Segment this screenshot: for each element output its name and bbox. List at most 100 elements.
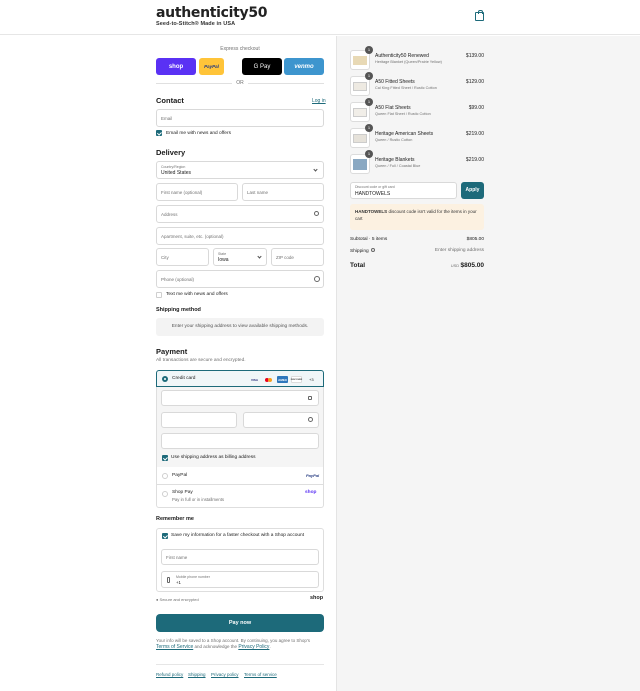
apartment-placeholder: Apartment, suite, etc. (optional) — [161, 234, 224, 239]
shipping-label: Shipping — [350, 249, 369, 254]
card-number-field[interactable] — [161, 390, 319, 406]
credit-card-form: Use shipping address as billing address — [156, 387, 324, 467]
item-price: $99.00 — [468, 105, 484, 111]
cart-item: 1 A50 Fitted Sheets Cal King Fitted Shee… — [350, 72, 484, 98]
item-name: Heritage Blankets — [375, 157, 415, 163]
visa-icon: VISA — [250, 377, 258, 382]
city-placeholder: City — [161, 255, 169, 260]
amex-icon: AMEX — [277, 376, 288, 383]
secure-encrypted-text: ● Secure and encrypted — [156, 597, 199, 602]
help-icon[interactable] — [314, 276, 320, 282]
discount-code-field[interactable]: Discount code or gift card HANDTOWELS — [350, 182, 457, 199]
item-name: Heritage American Sheets — [375, 131, 434, 137]
remember-first-name-placeholder: First name — [166, 555, 188, 560]
shipping-row: Shipping Enter shipping address — [350, 248, 484, 254]
quantity-badge: 1 — [365, 150, 373, 158]
paypal-option[interactable]: PayPal PayPal — [156, 467, 324, 485]
item-variant: Cal King Fitted Sheet / Rustic Cotton — [375, 86, 437, 90]
expiration-date-field[interactable] — [161, 412, 237, 428]
item-variant: Queen Flat Sheet / Rustic Cotton — [375, 112, 431, 116]
paypal-radio[interactable] — [162, 473, 168, 479]
billing-same-checkbox[interactable] — [162, 455, 168, 461]
cart-item: 1 Authenticity50 Renewed Heritage Blanke… — [350, 46, 484, 72]
cart-item: 1 Heritage Blankets Queen / Full / Coast… — [350, 150, 484, 176]
mobile-phone-field[interactable]: Mobile phone number +1 — [161, 571, 319, 588]
legal-text: Your info will be saved to a Shop accoun… — [156, 638, 324, 650]
delivery-heading: Delivery — [156, 148, 186, 157]
cart-bag-icon[interactable] — [475, 9, 484, 21]
city-field[interactable]: City — [156, 248, 209, 266]
state-select[interactable]: State Iowa — [213, 248, 267, 266]
email-news-label: Email me with news and offers — [166, 131, 231, 136]
discount-code-label: Discount code or gift card — [355, 185, 395, 189]
country-value: United States — [161, 170, 192, 176]
country-select[interactable]: Country/Region United States — [156, 161, 324, 179]
shop-pay-label: Shop Pay — [172, 490, 193, 495]
credit-card-radio[interactable] — [162, 376, 168, 382]
credit-card-label: Credit card — [172, 376, 196, 381]
footer-terms-link[interactable]: Terms of service — [244, 672, 277, 677]
mobile-value: +1 — [176, 580, 181, 585]
total-amount: USD $805.00 — [451, 262, 484, 269]
google-pay-button[interactable]: G Pay — [242, 58, 282, 75]
shop-pay-button[interactable]: shop — [156, 58, 196, 75]
item-price: $219.00 — [465, 131, 484, 137]
text-news-label: Text me with news and offers — [166, 292, 228, 297]
first-name-field[interactable]: First name (optional) — [156, 183, 238, 201]
shop-pay-radio[interactable] — [162, 491, 168, 497]
footer-divider — [156, 664, 324, 665]
address-field[interactable]: Address — [156, 205, 324, 223]
paypal-button[interactable]: PayPal — [199, 58, 224, 75]
country-label: Country/Region — [161, 164, 186, 169]
footer-refund-policy-link[interactable]: Refund policy — [156, 672, 183, 677]
last-name-placeholder: Last name — [247, 190, 269, 195]
text-news-checkbox[interactable] — [156, 292, 162, 298]
or-divider: OR — [156, 80, 324, 86]
name-on-card-field[interactable] — [161, 433, 319, 449]
last-name-field[interactable]: Last name — [242, 183, 324, 201]
help-icon[interactable] — [371, 248, 376, 252]
footer-shipping-link[interactable]: Shipping — [188, 672, 206, 677]
zip-field[interactable]: ZIP code — [271, 248, 324, 266]
phone-placeholder: Phone (optional) — [161, 277, 195, 282]
currency-code: USD — [450, 263, 460, 268]
item-variant: Queen / Rustic Cotton — [375, 138, 413, 142]
security-code-field[interactable] — [243, 412, 319, 428]
payment-heading: Payment — [156, 347, 188, 356]
total-row: Total USD $805.00 — [350, 262, 484, 269]
terms-of-service-link[interactable]: Terms of Service — [156, 644, 193, 650]
cart-item: 1 A50 Flat Sheets Queen Flat Sheet / Rus… — [350, 98, 484, 124]
payment-subtitle: All transactions are secure and encrypte… — [156, 358, 246, 363]
subtotal-row: Subtotal · 5 items $805.00 — [350, 237, 484, 242]
login-link[interactable]: Log in — [312, 98, 326, 104]
help-icon[interactable] — [308, 417, 313, 422]
footer-privacy-policy-link[interactable]: Privacy policy — [211, 672, 239, 677]
credit-card-option[interactable]: Credit card VISA AMEX DISCOVER +3 — [156, 370, 324, 387]
brand-name: authenticity50 — [156, 5, 268, 21]
save-info-checkbox[interactable] — [162, 533, 168, 539]
pay-now-button[interactable]: Pay now — [156, 614, 324, 632]
phone-field[interactable]: Phone (optional) — [156, 270, 324, 288]
email-news-checkbox[interactable] — [156, 130, 162, 136]
apply-discount-button[interactable]: Apply — [461, 182, 484, 199]
privacy-policy-link[interactable]: Privacy Policy — [238, 644, 269, 650]
address-placeholder: Address — [161, 212, 178, 217]
mobile-icon — [167, 577, 170, 583]
billing-same-label: Use shipping address as billing address — [171, 455, 256, 460]
quantity-badge: 1 — [365, 46, 373, 54]
discount-warning: HANDTOWELS discount code isn't valid for… — [350, 204, 484, 230]
item-price: $139.00 — [465, 53, 484, 59]
subtotal-label: Subtotal · 5 items — [350, 237, 388, 242]
shop-pay-option[interactable]: Shop Pay Pay in full or in installments … — [156, 485, 324, 508]
cart-item: 1 Heritage American Sheets Queen / Rusti… — [350, 124, 484, 150]
first-name-placeholder: First name (optional) — [161, 190, 203, 195]
item-variant: Queen / Full / Coastal Blue — [375, 164, 421, 168]
email-field[interactable]: Email — [156, 109, 324, 127]
legal-text-before: Your info will be saved to a Shop accoun… — [156, 638, 311, 643]
shipping-value: Enter shipping address — [434, 248, 484, 253]
apartment-field[interactable]: Apartment, suite, etc. (optional) — [156, 227, 324, 245]
venmo-button[interactable]: venmo — [284, 58, 324, 75]
remember-first-name-field[interactable]: First name — [161, 549, 319, 565]
brand-logo[interactable]: authenticity50 Seed-to-Stitch® Made in U… — [156, 5, 268, 27]
shipping-method-message: Enter your shipping address to view avai… — [156, 318, 324, 336]
